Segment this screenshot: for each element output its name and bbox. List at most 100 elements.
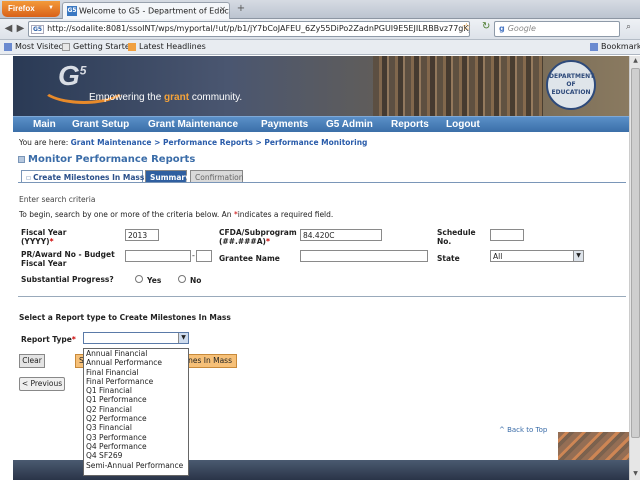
dropdown-option[interactable]: Annual Performance xyxy=(84,358,188,367)
back-to-top-link[interactable]: ^ Back to Top xyxy=(499,426,547,434)
classroom-image xyxy=(558,432,629,462)
search-icon[interactable]: ⌕ xyxy=(626,22,631,32)
tab-create-milestones[interactable]: ▫ Create Milestones In Mass xyxy=(21,170,144,182)
dropdown-option[interactable]: Q4 Performance xyxy=(84,442,188,451)
tagline-post: community. xyxy=(189,92,243,103)
seal-text: DEPARTMENT OF EDUCATION xyxy=(549,72,595,96)
department-seal-icon: DEPARTMENT OF EDUCATION xyxy=(546,60,596,110)
scroll-down-icon[interactable]: ▼ xyxy=(631,470,640,479)
clear-button[interactable]: Clear xyxy=(19,354,45,368)
refresh-icon[interactable]: ↻ xyxy=(482,21,490,32)
tab-bullet-icon: ▫ xyxy=(26,173,32,182)
progress-yes-label: Yes xyxy=(147,276,162,285)
bookshelf-image xyxy=(373,56,543,116)
cfda-input[interactable]: 84.420C xyxy=(300,229,382,241)
dropdown-option[interactable]: Q2 Financial xyxy=(84,405,188,414)
new-tab-icon[interactable]: + xyxy=(234,3,248,16)
url-text: http://sodalite:8081/ssoINT/wps/myportal… xyxy=(47,24,470,33)
vertical-scrollbar[interactable]: ▲ ▼ xyxy=(629,56,640,480)
firefox-menu-button[interactable]: Firefox ▼ xyxy=(2,1,60,17)
browser-tab-bar: Firefox ▼ G5 Welcome to G5 - Department of… xyxy=(0,0,640,19)
label-line: Schedule xyxy=(437,228,476,237)
dropdown-option[interactable]: Q4 SF269 xyxy=(84,451,188,460)
bookmark-label: Getting Started xyxy=(73,42,135,51)
dropdown-option[interactable]: Q3 Financial xyxy=(84,423,188,432)
dropdown-option[interactable]: Q1 Financial xyxy=(84,386,188,395)
g5-banner: G5 Empowering the grant community. DEPAR… xyxy=(13,56,629,116)
section-divider xyxy=(18,296,626,297)
label-text: Report Type xyxy=(21,335,72,344)
fiscal-year-label: Fiscal Year (YYYY)* xyxy=(21,228,66,246)
substantial-progress-label: Substantial Progress? xyxy=(21,275,114,284)
schedule-no-label: Schedule No. xyxy=(437,228,476,246)
progress-yes-radio[interactable] xyxy=(135,275,143,283)
dropdown-option[interactable]: Final Financial xyxy=(84,368,188,377)
menu-main[interactable]: Main xyxy=(33,119,56,130)
bookmark-most-visited[interactable]: Most Visited xyxy=(4,42,64,51)
pr-award-input[interactable] xyxy=(125,250,191,262)
menu-logout[interactable]: Logout xyxy=(446,119,480,130)
breadcrumb-grant-maintenance[interactable]: Grant Maintenance xyxy=(71,138,152,147)
close-icon[interactable]: ✕ xyxy=(219,5,226,14)
forward-icon[interactable]: ▶ xyxy=(14,22,27,36)
required-mark: * xyxy=(265,237,270,246)
search-instructions: To begin, search by one or more of the c… xyxy=(19,210,333,219)
breadcrumb-performance-reports[interactable]: Performance Reports xyxy=(163,138,253,147)
menu-grant-setup[interactable]: Grant Setup xyxy=(72,119,129,130)
search-placeholder: Google xyxy=(507,24,536,33)
grantee-name-input[interactable] xyxy=(300,250,428,262)
instructions-pre: To begin, search by one or more of the c… xyxy=(19,210,234,219)
chevron-down-icon: ▼ xyxy=(48,5,54,11)
dropdown-option[interactable]: Q1 Performance xyxy=(84,395,188,404)
budget-fiscal-year-input[interactable] xyxy=(196,250,212,262)
web-page: G5 Empowering the grant community. DEPAR… xyxy=(13,56,629,480)
menu-payments[interactable]: Payments xyxy=(261,119,308,130)
browser-tab[interactable]: G5Welcome to G5 - Department of Educatio… xyxy=(62,2,230,19)
dropdown-option[interactable]: Q3 Performance xyxy=(84,433,188,442)
menu-reports[interactable]: Reports xyxy=(391,119,429,130)
bookmarks-menu[interactable]: Bookmarks xyxy=(590,42,640,51)
scroll-up-icon[interactable]: ▲ xyxy=(631,57,640,66)
tab-confirmation[interactable]: Confirmation xyxy=(190,170,244,182)
site-icon: G5 xyxy=(31,25,45,34)
rss-icon xyxy=(128,42,136,51)
label-line: (YYYY) xyxy=(21,237,50,246)
progress-no-radio[interactable] xyxy=(178,275,186,283)
bookmark-star-icon[interactable]: ☆ xyxy=(462,22,471,33)
bookmark-label: Most Visited xyxy=(15,42,64,51)
label-line: CFDA/Subprogram xyxy=(219,228,297,237)
dropdown-option[interactable]: Q2 Performance xyxy=(84,414,188,423)
menu-g5-admin[interactable]: G5 Admin xyxy=(326,119,373,130)
url-bar[interactable]: G5 http://sodalite:8081/ssoINT/wps/myport… xyxy=(28,21,470,37)
menu-grant-maintenance[interactable]: Grant Maintenance xyxy=(148,119,238,130)
dropdown-option[interactable]: Annual Financial xyxy=(84,349,188,358)
page-icon xyxy=(62,42,70,51)
label-line: PR/Award No - Budget xyxy=(21,250,115,259)
chevron-down-icon: ▼ xyxy=(178,333,188,343)
tagline-pre: Empowering the xyxy=(89,92,165,103)
breadcrumb-performance-monitoring[interactable]: Performance Monitoring xyxy=(264,138,367,147)
bookmarks-icon xyxy=(590,42,598,51)
scroll-thumb[interactable] xyxy=(631,68,640,438)
search-input[interactable]: g Google xyxy=(494,21,620,37)
dropdown-option[interactable]: Semi-Annual Performance xyxy=(84,461,188,470)
bookmark-getting-started[interactable]: Getting Started xyxy=(62,42,135,51)
chevron-down-icon: ▼ xyxy=(573,251,583,261)
breadcrumb-separator: > xyxy=(252,138,265,147)
label-line: (##.###A) xyxy=(219,237,266,246)
previous-button[interactable]: < Previous xyxy=(19,377,65,391)
bookmark-latest-headlines[interactable]: Latest Headlines xyxy=(128,42,206,51)
report-type-label: Report Type* xyxy=(21,335,76,344)
report-type-select[interactable]: ▼ xyxy=(83,332,189,344)
tab-divider xyxy=(18,182,626,183)
tab-summary[interactable]: Summary xyxy=(145,170,190,182)
schedule-no-input[interactable] xyxy=(490,229,524,241)
tagline: Empowering the grant community. xyxy=(89,92,242,103)
fiscal-year-input[interactable]: 2013 xyxy=(125,229,159,241)
navigation-bar: ◀ ▶ G5 http://sodalite:8081/ssoINT/wps/my… xyxy=(0,19,640,40)
dropdown-option[interactable]: Final Performance xyxy=(84,377,188,386)
breadcrumb: You are here: Grant Maintenance > Perfor… xyxy=(19,138,367,147)
section-icon xyxy=(18,155,25,163)
state-select[interactable]: All ▼ xyxy=(490,250,584,262)
required-mark: * xyxy=(71,335,76,344)
